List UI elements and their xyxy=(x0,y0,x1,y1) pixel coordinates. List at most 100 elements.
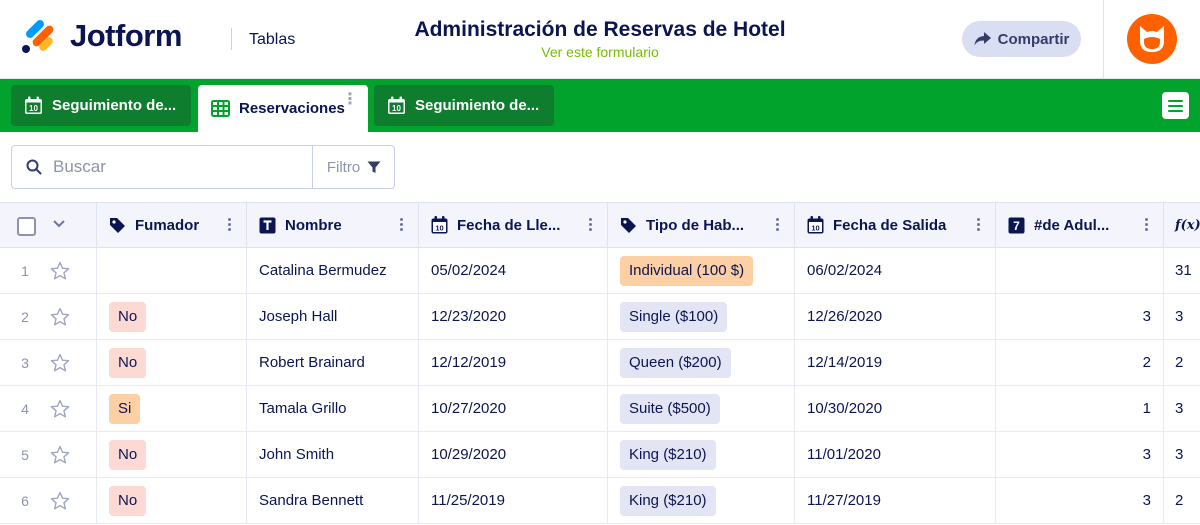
smoker-tag: No xyxy=(109,439,147,470)
table-row[interactable]: 1 Catalina Bermudez 05/02/2024 Individual (… xyxy=(0,248,1200,294)
cell-fecha-llegada[interactable]: 12/23/2020 xyxy=(419,294,608,339)
column-options-icon[interactable] xyxy=(776,218,780,233)
cell-formula[interactable]: 2 xyxy=(1164,340,1200,385)
avatar[interactable] xyxy=(1127,14,1177,64)
star-icon[interactable] xyxy=(50,261,70,281)
cell-nombre[interactable]: Robert Brainard xyxy=(247,340,419,385)
star-icon[interactable] xyxy=(50,491,70,511)
row-index-cell[interactable]: 6 xyxy=(0,478,97,523)
column-options-icon[interactable] xyxy=(400,218,404,233)
cell-fecha-salida[interactable]: 10/30/2020 xyxy=(795,386,996,431)
filter-button[interactable]: Filtro xyxy=(312,146,395,188)
smoker-tag: No xyxy=(109,347,147,378)
tab-seguimiento-1[interactable]: 10 Seguimiento de... xyxy=(11,85,191,126)
column-options-icon[interactable] xyxy=(1145,218,1149,233)
arrival-date: 12/23/2020 xyxy=(431,308,507,325)
cell-fecha-llegada[interactable]: 11/25/2019 xyxy=(419,478,608,523)
section-label[interactable]: Tablas xyxy=(249,31,295,49)
cell-formula[interactable]: 3 xyxy=(1164,432,1200,477)
adult-count: 3 xyxy=(1142,492,1151,509)
cell-fumador[interactable] xyxy=(97,248,247,293)
column-options-icon[interactable] xyxy=(589,218,593,233)
tab-options-icon[interactable]: ⋮ xyxy=(342,92,358,108)
cell-fecha-llegada[interactable]: 10/27/2020 xyxy=(419,386,608,431)
column-header-formula[interactable]: f(x) xyxy=(1164,203,1200,247)
cell-formula[interactable]: 3 xyxy=(1164,294,1200,339)
cell-fecha-salida[interactable]: 12/26/2020 xyxy=(795,294,996,339)
star-icon[interactable] xyxy=(50,353,70,373)
cell-nombre[interactable]: Joseph Hall xyxy=(247,294,419,339)
chevron-down-icon[interactable] xyxy=(53,220,65,228)
cell-fumador[interactable]: No xyxy=(97,478,247,523)
cell-nombre[interactable]: Sandra Bennett xyxy=(247,478,419,523)
departure-date: 12/26/2020 xyxy=(807,308,883,325)
cell-formula[interactable]: 3 xyxy=(1164,386,1200,431)
select-all-checkbox[interactable] xyxy=(17,217,36,236)
cell-tipo-habitacion[interactable]: King ($210) xyxy=(608,478,795,523)
arrival-date: 10/27/2020 xyxy=(431,400,507,417)
cell-tipo-habitacion[interactable]: Single ($100) xyxy=(608,294,795,339)
cell-fecha-llegada[interactable]: 10/29/2020 xyxy=(419,432,608,477)
column-header-nombre[interactable]: Nombre xyxy=(247,203,419,247)
cell-formula[interactable]: 2 xyxy=(1164,478,1200,523)
cell-formula[interactable]: 31 xyxy=(1164,248,1200,293)
cell-fecha-salida[interactable]: 11/01/2020 xyxy=(795,432,996,477)
cell-fecha-salida[interactable]: 11/27/2019 xyxy=(795,478,996,523)
cell-adultos[interactable]: 3 xyxy=(996,478,1164,523)
column-header-tipo-habitacion[interactable]: Tipo de Hab... xyxy=(608,203,795,247)
cell-tipo-habitacion[interactable]: King ($210) xyxy=(608,432,795,477)
cell-tipo-habitacion[interactable]: Suite ($500) xyxy=(608,386,795,431)
cell-fumador[interactable]: No xyxy=(97,294,247,339)
search-input[interactable] xyxy=(53,146,308,188)
star-icon[interactable] xyxy=(50,399,70,419)
table-row[interactable]: 4 Si Tamala Grillo 10/27/2020 Suite ($500) 10… xyxy=(0,386,1200,432)
cell-fecha-llegada[interactable]: 05/02/2024 xyxy=(419,248,608,293)
cell-fumador[interactable]: Si xyxy=(97,386,247,431)
row-index-cell[interactable]: 4 xyxy=(0,386,97,431)
column-options-icon[interactable] xyxy=(977,218,981,233)
column-header-fecha-llegada[interactable]: 10 Fecha de Lle... xyxy=(419,203,608,247)
table-row[interactable]: 3 No Robert Brainard 12/12/2019 Queen ($200)… xyxy=(0,340,1200,386)
row-index-cell[interactable]: 2 xyxy=(0,294,97,339)
cell-fecha-salida[interactable]: 06/02/2024 xyxy=(795,248,996,293)
text-icon xyxy=(259,217,276,234)
share-button[interactable]: Compartir xyxy=(962,21,1081,57)
cell-fumador[interactable]: No xyxy=(97,340,247,385)
column-header-adultos[interactable]: 7 #de Adul... xyxy=(996,203,1164,247)
column-header-fumador[interactable]: Fumador xyxy=(97,203,247,247)
star-icon[interactable] xyxy=(50,307,70,327)
cell-adultos[interactable] xyxy=(996,248,1164,293)
tabs-bar: 10 Seguimiento de... Reservaciones ⋮ 10 … xyxy=(0,79,1200,132)
column-header-fecha-salida[interactable]: 10 Fecha de Salida xyxy=(795,203,996,247)
star-icon[interactable] xyxy=(50,445,70,465)
jotform-logo[interactable]: Jotform xyxy=(22,18,182,54)
cell-nombre[interactable]: Catalina Bermudez xyxy=(247,248,419,293)
cell-adultos[interactable]: 3 xyxy=(996,294,1164,339)
table-row[interactable]: 5 No John Smith 10/29/2020 King ($210) 11/01/… xyxy=(0,432,1200,478)
cell-fecha-salida[interactable]: 12/14/2019 xyxy=(795,340,996,385)
view-form-link[interactable]: Ver este formulario xyxy=(390,44,810,60)
cell-nombre[interactable]: John Smith xyxy=(247,432,419,477)
cell-adultos[interactable]: 3 xyxy=(996,432,1164,477)
column-label: Nombre xyxy=(285,216,342,234)
hamburger-menu-icon[interactable] xyxy=(1162,92,1189,119)
row-index-cell[interactable]: 5 xyxy=(0,432,97,477)
header-divider-right xyxy=(1103,0,1104,79)
row-index-cell[interactable]: 3 xyxy=(0,340,97,385)
tab-label: Seguimiento de... xyxy=(52,97,177,114)
table-row[interactable]: 2 No Joseph Hall 12/23/2020 Single ($100) 12/… xyxy=(0,294,1200,340)
arrival-date: 05/02/2024 xyxy=(431,262,507,279)
table-row[interactable]: 6 No Sandra Bennett 11/25/2019 King ($210) 11… xyxy=(0,478,1200,524)
cell-fecha-llegada[interactable]: 12/12/2019 xyxy=(419,340,608,385)
column-options-icon[interactable] xyxy=(228,218,232,233)
row-index-cell[interactable]: 1 xyxy=(0,248,97,293)
tab-seguimiento-2[interactable]: 10 Seguimiento de... xyxy=(374,85,554,126)
cell-fumador[interactable]: No xyxy=(97,432,247,477)
tab-reservaciones[interactable]: Reservaciones ⋮ xyxy=(198,85,368,132)
cell-adultos[interactable]: 2 xyxy=(996,340,1164,385)
cell-nombre[interactable]: Tamala Grillo xyxy=(247,386,419,431)
cell-tipo-habitacion[interactable]: Queen ($200) xyxy=(608,340,795,385)
cell-tipo-habitacion[interactable]: Individual (100 $) xyxy=(608,248,795,293)
cell-adultos[interactable]: 1 xyxy=(996,386,1164,431)
data-table: Fumador Nombre 10 Fecha de Lle... Tipo d… xyxy=(0,202,1200,525)
